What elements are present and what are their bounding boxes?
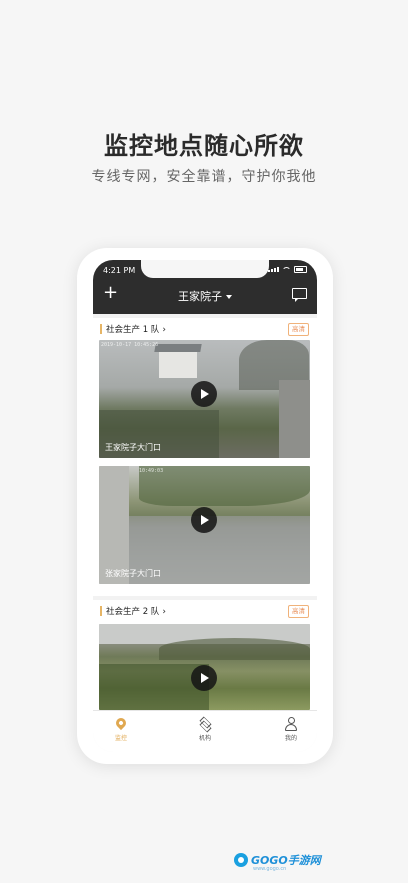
chevron-right-icon: › [162, 325, 166, 335]
headline: 监控地点随心所欲 [104, 132, 304, 160]
tab-label: 监控 [114, 735, 127, 742]
notch [141, 260, 269, 278]
camera-video[interactable]: 2019-10-17 10:45:26 王家院子大门口 [99, 340, 310, 458]
status-icons [268, 266, 307, 273]
tab-label: 我的 [284, 735, 297, 742]
tab-monitor[interactable]: 监控 [93, 715, 151, 742]
chevron-right-icon: › [162, 607, 166, 617]
person-icon [284, 717, 298, 731]
tab-label: 机构 [198, 735, 211, 742]
phone-mockup: 4:21 PM + 王家院子 社会生产 1 队 › 高清 2019-10-17 … [77, 248, 333, 764]
hd-badge[interactable]: 高清 [288, 323, 309, 336]
layers-icon [198, 717, 212, 731]
play-icon[interactable] [191, 507, 217, 533]
camera-list [93, 622, 317, 710]
battery-icon [294, 266, 307, 273]
location-pin-icon [113, 715, 129, 731]
tab-mine[interactable]: 我的 [261, 717, 317, 742]
tab-bar: 监控 机构 我的 [93, 710, 317, 752]
camera-video[interactable]: 10:49:03 张家院子大门口 [99, 466, 310, 584]
group-accent-bar [100, 606, 102, 616]
tab-organization[interactable]: 机构 [175, 717, 235, 742]
camera-name: 王家院子大门口 [105, 443, 161, 452]
wifi-icon [282, 266, 291, 273]
group-header[interactable]: 社会生产 1 队 › 高清 [93, 318, 317, 340]
video-timestamp: 2019-10-17 10:45:26 [101, 342, 159, 348]
hd-badge[interactable]: 高清 [288, 605, 309, 618]
watermark-url: www.gogo.cn [253, 866, 287, 872]
camera-video[interactable] [99, 624, 310, 710]
group-title: 社会生产 2 队 [106, 607, 160, 617]
caret-down-icon [226, 295, 232, 299]
status-time: 4:21 PM [103, 266, 136, 275]
group-title: 社会生产 1 队 [106, 325, 160, 335]
top-bar: 4:21 PM + 王家院子 [93, 260, 317, 314]
nav-title-dropdown[interactable]: 王家院子 [93, 288, 317, 304]
play-icon[interactable] [191, 381, 217, 407]
message-icon[interactable] [292, 288, 307, 302]
group-header[interactable]: 社会生产 2 队 › 高清 [93, 600, 317, 622]
subline: 专线专网，安全靠谱，守护你我他 [91, 169, 317, 185]
app-screen: 4:21 PM + 王家院子 社会生产 1 队 › 高清 2019-10-17 … [93, 260, 317, 752]
watermark-logo-icon [234, 853, 248, 867]
watermark: GOGO手游网 www.gogo.cn [234, 852, 321, 872]
signal-icon [268, 267, 279, 272]
video-timestamp: 10:49:03 [139, 468, 164, 474]
camera-name: 张家院子大门口 [105, 569, 161, 578]
nav-title: 王家院子 [178, 290, 222, 303]
group-accent-bar [100, 324, 102, 334]
camera-list: 2019-10-17 10:45:26 王家院子大门口 10:49:03 张家院… [93, 340, 317, 596]
play-icon[interactable] [191, 665, 217, 691]
